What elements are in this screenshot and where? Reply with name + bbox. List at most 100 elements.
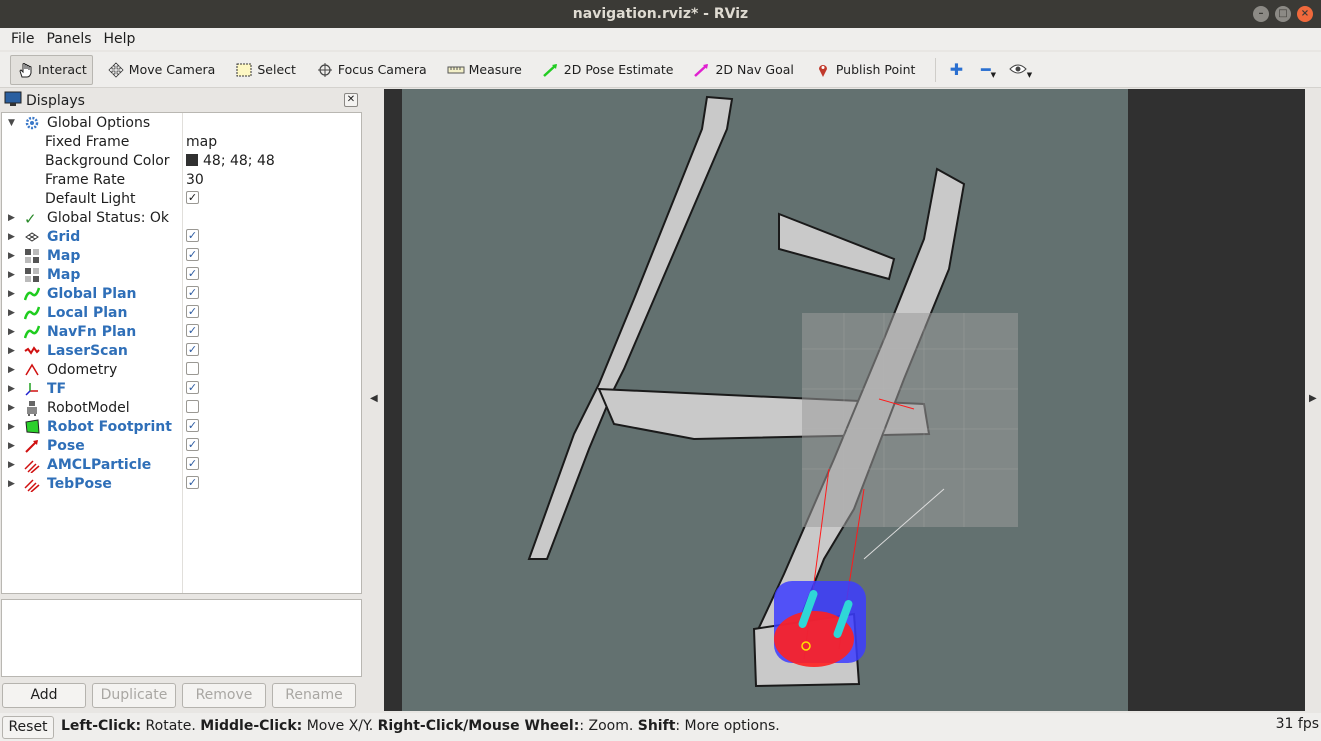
display-item-tf[interactable]: ▶ TF ✓ (2, 379, 361, 398)
display-item-robot-footprint[interactable]: ▶ Robot Footprint ✓ (2, 417, 361, 436)
frame-rate-value[interactable]: 30 (186, 172, 204, 188)
remove-tool-button[interactable]: ━ ▼ (974, 58, 1002, 82)
menu-help[interactable]: Help (99, 31, 141, 47)
enable-checkbox[interactable]: ✓ (186, 381, 199, 394)
move-camera-icon (107, 61, 125, 78)
enable-checkbox[interactable]: ✓ (186, 438, 199, 451)
expanded-arrow-icon[interactable]: ▼ (8, 118, 18, 128)
close-icon[interactable]: × (1297, 6, 1313, 22)
display-item-label: Map (47, 266, 81, 283)
display-item-grid[interactable]: ▶ Grid ✓ (2, 227, 361, 246)
display-item-laserscan[interactable]: ▶ LaserScan ✓ (2, 341, 361, 360)
focus-camera-tool-button[interactable]: Focus Camera (310, 55, 433, 85)
enable-checkbox[interactable]: ✓ (186, 267, 199, 280)
2d-pose-estimate-tool-button[interactable]: 2D Pose Estimate (536, 55, 680, 85)
add-button[interactable]: Add (2, 683, 86, 708)
menu-panels[interactable]: Panels (41, 31, 96, 47)
menu-file[interactable]: File (6, 31, 39, 47)
minimize-icon[interactable]: – (1253, 6, 1269, 22)
maximize-icon[interactable]: □ (1275, 6, 1291, 22)
render-viewport[interactable] (384, 89, 1305, 711)
collapsed-arrow-icon[interactable]: ▶ (8, 327, 18, 337)
interact-tool-button[interactable]: Interact (10, 54, 93, 85)
path-icon (23, 305, 42, 321)
close-panel-icon[interactable]: ✕ (344, 93, 358, 107)
enable-checkbox[interactable]: ✓ (186, 305, 199, 318)
ruler-icon (447, 62, 465, 78)
select-icon (235, 62, 253, 78)
collapsed-arrow-icon[interactable]: ▶ (8, 441, 18, 451)
display-item-tebpose[interactable]: ▶ TebPose ✓ (2, 474, 361, 493)
fixed-frame-row[interactable]: Fixed Frame map (2, 132, 361, 151)
collapsed-arrow-icon[interactable]: ▶ (8, 251, 18, 261)
window-title: navigation.rviz* - RViz (572, 6, 749, 22)
enable-checkbox[interactable]: ✓ (186, 229, 199, 242)
display-item-pose[interactable]: ▶ Pose ✓ (2, 436, 361, 455)
path-icon (23, 324, 42, 340)
frame-rate-row[interactable]: Frame Rate 30 (2, 170, 361, 189)
background-color-value[interactable]: 48; 48; 48 (186, 153, 275, 169)
description-box (1, 599, 362, 677)
display-item-robotmodel[interactable]: ▶ RobotModel (2, 398, 361, 417)
collapsed-arrow-icon[interactable]: ▶ (8, 270, 18, 280)
collapsed-arrow-icon[interactable]: ▶ (8, 289, 18, 299)
publish-point-tool-button[interactable]: Publish Point (808, 55, 922, 85)
laserscan-icon (24, 343, 42, 359)
background-color-row[interactable]: Background Color 48; 48; 48 (2, 151, 361, 170)
collapsed-arrow-icon[interactable]: ▶ (8, 346, 18, 356)
display-item-odometry[interactable]: ▶ Odometry (2, 360, 361, 379)
collapsed-arrow-icon[interactable]: ▶ (8, 232, 18, 242)
2d-nav-goal-tool-button[interactable]: 2D Nav Goal (687, 55, 799, 85)
collapsed-arrow-icon[interactable]: ▶ (8, 365, 18, 375)
monitor-icon (4, 91, 22, 111)
global-status-row[interactable]: ▶ ✓ Global Status: Ok (2, 208, 361, 228)
add-tool-button[interactable]: ✚ (942, 58, 970, 82)
display-item-label: Odometry (47, 361, 118, 378)
display-item-amclparticle[interactable]: ▶ AMCLParticle ✓ (2, 455, 361, 474)
rename-button[interactable]: Rename (272, 683, 356, 708)
duplicate-button[interactable]: Duplicate (92, 683, 176, 708)
default-light-row[interactable]: Default Light ✓ (2, 189, 361, 208)
remove-button[interactable]: Remove (182, 683, 266, 708)
display-item-global-plan[interactable]: ▶ Global Plan ✓ (2, 284, 361, 303)
move-camera-tool-button[interactable]: Move Camera (101, 55, 222, 85)
enable-checkbox[interactable]: ✓ (186, 476, 199, 489)
map-icon (24, 267, 42, 283)
enable-checkbox[interactable]: ✓ (186, 286, 199, 299)
status-hint: Left-Click: Rotate. Middle-Click: Move X… (61, 718, 780, 734)
collapse-right-icon[interactable]: ▶ (1309, 393, 1317, 404)
focus-camera-icon (316, 62, 334, 78)
enable-checkbox[interactable]: ✓ (186, 419, 199, 432)
global-options-row[interactable]: ▼ Global Options (2, 113, 361, 132)
display-item-navfn-plan[interactable]: ▶ NavFn Plan ✓ (2, 322, 361, 341)
enable-checkbox[interactable] (186, 362, 199, 375)
reset-button[interactable]: Reset (2, 716, 54, 739)
display-item-label: AMCLParticle (47, 456, 152, 473)
display-item-map[interactable]: ▶ Map ✓ (2, 246, 361, 265)
enable-checkbox[interactable]: ✓ (186, 343, 199, 356)
select-tool-button[interactable]: Select (229, 55, 302, 85)
enable-checkbox[interactable]: ✓ (186, 457, 199, 470)
measure-tool-button[interactable]: Measure (441, 55, 528, 85)
toolbar-separator (935, 57, 937, 82)
collapsed-arrow-icon[interactable]: ▶ (8, 308, 18, 318)
collapsed-arrow-icon[interactable]: ▶ (8, 213, 18, 223)
default-light-checkbox[interactable]: ✓ (186, 191, 199, 204)
chevron-down-icon: ▼ (990, 70, 996, 79)
collapsed-arrow-icon[interactable]: ▶ (8, 422, 18, 432)
collapsed-arrow-icon[interactable]: ▶ (8, 479, 18, 489)
tf-icon (24, 381, 42, 397)
fixed-frame-value[interactable]: map (186, 134, 217, 150)
collapsed-arrow-icon[interactable]: ▶ (8, 460, 18, 470)
display-item-local-plan[interactable]: ▶ Local Plan ✓ (2, 303, 361, 322)
enable-checkbox[interactable]: ✓ (186, 248, 199, 261)
enable-checkbox[interactable] (186, 400, 199, 413)
collapse-left-icon[interactable]: ◀ (370, 393, 378, 404)
display-item-map[interactable]: ▶ Map ✓ (2, 265, 361, 284)
collapsed-arrow-icon[interactable]: ▶ (8, 384, 18, 394)
collapsed-arrow-icon[interactable]: ▶ (8, 403, 18, 413)
title-bar: navigation.rviz* - RViz – □ × (0, 0, 1321, 28)
enable-checkbox[interactable]: ✓ (186, 324, 199, 337)
view-tool-button[interactable]: ▼ (1006, 58, 1034, 82)
display-item-label: LaserScan (47, 342, 128, 359)
